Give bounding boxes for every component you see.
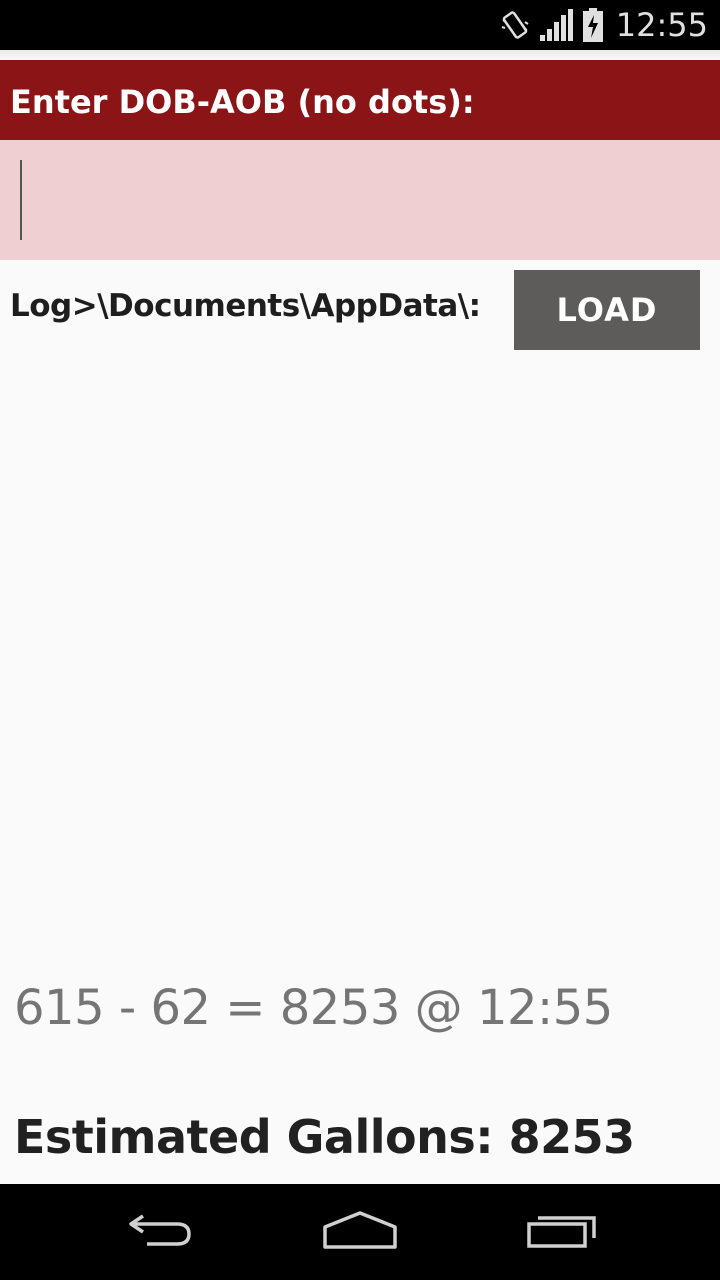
dob-input-container[interactable] [0, 140, 720, 260]
recents-icon [526, 1210, 598, 1255]
signal-icon [538, 9, 574, 41]
battery-charging-icon [582, 8, 604, 42]
log-path-label: Log>\Documents\AppData\: [10, 288, 481, 324]
status-time: 12:55 [615, 6, 708, 44]
back-icon [125, 1210, 195, 1255]
status-bar: 12:55 [0, 0, 720, 50]
text-cursor [20, 160, 22, 240]
dob-input[interactable] [0, 140, 720, 260]
navigation-bar [0, 1184, 720, 1280]
dob-prompt-label: Enter DOB-AOB (no dots): [0, 60, 720, 140]
back-button[interactable] [80, 1184, 240, 1280]
estimated-gallons: Estimated Gallons: 8253 [14, 1110, 635, 1164]
home-button[interactable] [280, 1184, 440, 1280]
recents-button[interactable] [482, 1184, 642, 1280]
home-icon [322, 1210, 398, 1255]
vibrate-icon [500, 8, 530, 42]
calculation-result: 615 - 62 = 8253 @ 12:55 [14, 980, 613, 1036]
load-button[interactable]: LOAD [514, 270, 700, 350]
action-bar-shadow [0, 50, 720, 60]
status-icons: 12:55 [500, 0, 708, 50]
